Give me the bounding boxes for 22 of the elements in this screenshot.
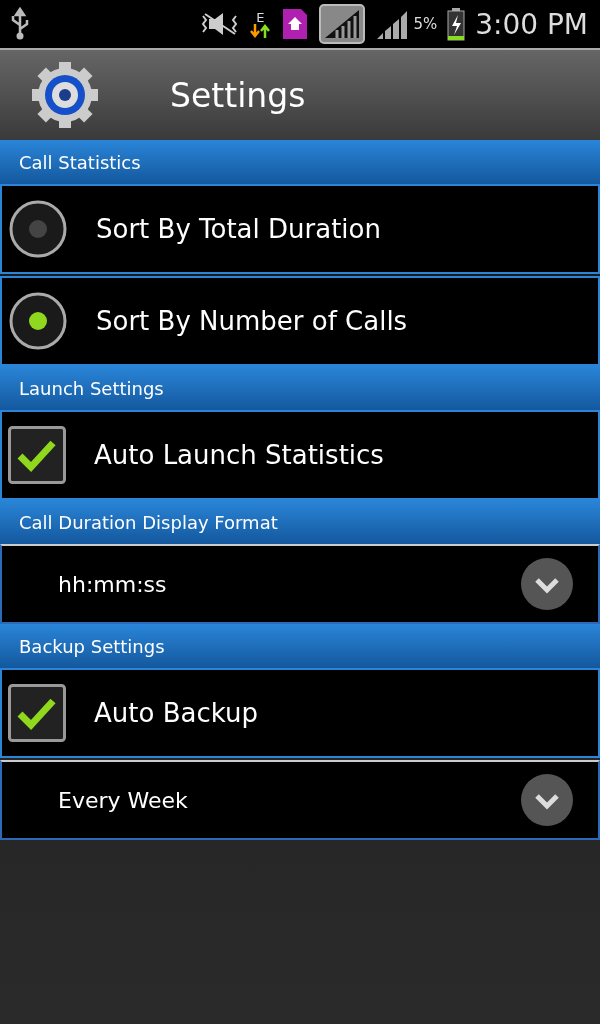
setting-label: Auto Backup xyxy=(94,698,259,728)
gear-icon xyxy=(30,60,100,130)
screen-title: Settings xyxy=(170,75,306,115)
section-header: Launch Settings xyxy=(19,377,164,399)
setting-label: Auto Launch Statistics xyxy=(94,440,385,470)
radio-button[interactable] xyxy=(8,199,68,259)
signal-icon xyxy=(319,4,366,44)
radio-button[interactable] xyxy=(8,291,68,351)
checkbox[interactable] xyxy=(8,684,66,742)
dropdown-value: hh:mm:ss xyxy=(58,571,168,597)
setting-label: Sort By Total Duration xyxy=(96,214,382,244)
checkbox[interactable] xyxy=(8,426,66,484)
mute-icon xyxy=(201,10,240,38)
battery-charging-icon xyxy=(447,7,466,41)
home-card-icon xyxy=(281,7,310,41)
section-header: Call Duration Display Format xyxy=(19,511,278,533)
battery-percent: 5% xyxy=(413,15,438,33)
section-header: Backup Settings xyxy=(19,635,165,657)
dropdown-value: Every Week xyxy=(58,787,189,813)
section-header: Call Statistics xyxy=(19,151,141,173)
clock-time: 3:00 PM xyxy=(475,7,588,41)
setting-label: Sort By Number of Calls xyxy=(96,306,409,336)
